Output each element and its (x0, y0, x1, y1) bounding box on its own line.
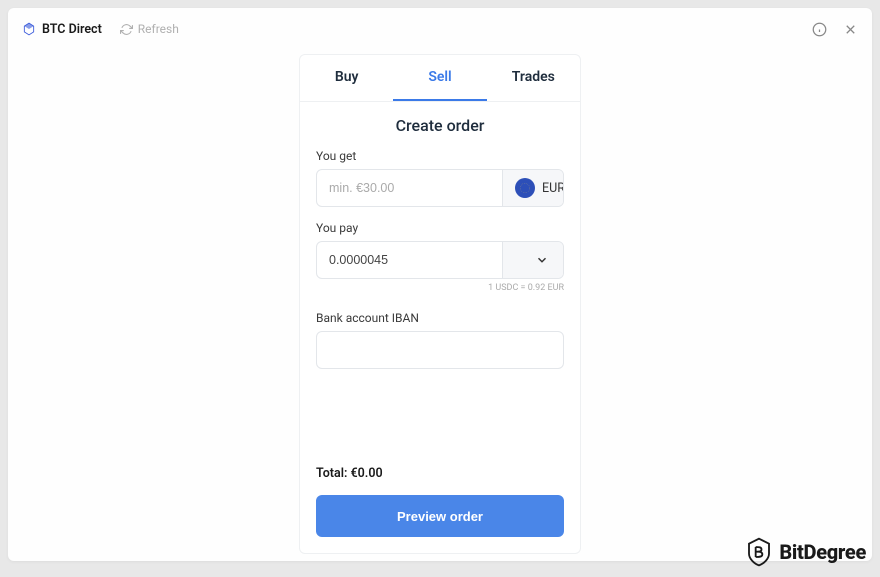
eur-icon (515, 178, 535, 198)
you-get-label: You get (316, 149, 564, 163)
watermark-label: BitDegree (779, 540, 866, 564)
you-get-input[interactable] (317, 170, 502, 206)
rate-text: 1 USDC = 0.92 EUR (316, 283, 564, 293)
app-window: BTC Direct Refresh (8, 8, 872, 561)
header-bar: BTC Direct Refresh (8, 8, 872, 50)
refresh-label: Refresh (138, 22, 179, 36)
iban-input[interactable] (317, 332, 563, 368)
refresh-icon (120, 23, 133, 36)
header-left: BTC Direct Refresh (22, 22, 812, 37)
refresh-button[interactable]: Refresh (120, 22, 179, 36)
you-pay-label: You pay (316, 221, 564, 235)
card-body: Create order You get EUR You pay (300, 102, 580, 553)
you-get-currency-select[interactable]: EUR (502, 170, 564, 206)
you-pay-input[interactable] (317, 242, 502, 278)
tabs: Buy Sell Trades (300, 55, 580, 102)
content-area: Buy Sell Trades Create order You get (8, 50, 872, 561)
spacer (316, 383, 564, 466)
tab-sell[interactable]: Sell (393, 55, 486, 101)
page-title: Create order (316, 116, 564, 135)
tab-trades[interactable]: Trades (487, 55, 580, 101)
header-right (812, 22, 858, 37)
total-label: Total: €0.00 (316, 466, 564, 481)
preview-order-button[interactable]: Preview order (316, 495, 564, 537)
iban-row (316, 331, 564, 369)
brand-label: BTC Direct (42, 22, 102, 37)
watermark: BitDegree (745, 537, 866, 567)
brand-icon (22, 22, 36, 36)
info-icon[interactable] (812, 22, 827, 37)
order-card: Buy Sell Trades Create order You get (299, 54, 581, 554)
brand: BTC Direct (22, 22, 102, 37)
currency-label: EUR (542, 181, 564, 196)
iban-label: Bank account IBAN (316, 311, 564, 325)
watermark-icon (745, 537, 773, 567)
you-pay-row (316, 241, 564, 279)
you-pay-currency-select[interactable] (502, 242, 564, 278)
chevron-down-icon (535, 253, 549, 267)
you-get-row: EUR (316, 169, 564, 207)
close-icon[interactable] (843, 22, 858, 37)
tab-buy[interactable]: Buy (300, 55, 393, 101)
